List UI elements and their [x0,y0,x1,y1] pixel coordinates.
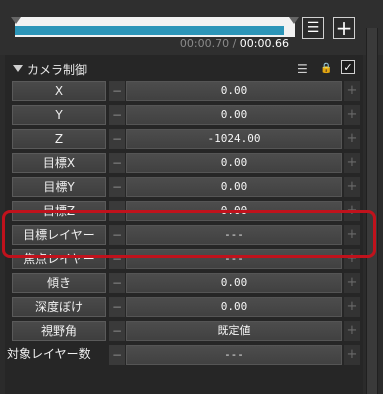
list-icon: ☰ [306,20,320,36]
property-label[interactable]: 視野角 [12,321,106,341]
start-marker-icon[interactable] [11,17,21,24]
property-label[interactable]: 目標Z [12,201,106,221]
total-time: 00:00.66 [239,37,289,50]
property-row: Y −0.00 + [5,104,363,126]
property-label[interactable]: 傾き [12,273,106,293]
minus-icon[interactable]: − [109,225,125,245]
property-label[interactable]: X [12,81,106,101]
minus-icon[interactable]: − [109,297,125,317]
timeline-progress [15,26,284,35]
time-separator: / [229,37,240,50]
property-label[interactable]: 目標レイヤー [12,225,106,245]
property-row: 目標レイヤー − --- + [5,224,363,246]
property-value-field[interactable]: --- [126,249,342,269]
property-row: 目標X −0.00 + [5,152,363,174]
list-view-button[interactable]: ☰ [302,17,324,39]
property-row: X −0.00 + [5,80,363,102]
section-title: カメラ制御 [27,63,88,77]
plus-icon[interactable]: + [344,273,360,293]
plus-icon[interactable]: + [344,297,360,317]
property-value-field[interactable]: --- [126,225,342,245]
minus-icon[interactable]: − [109,249,125,269]
property-row: 視野角 − 既定値 + [5,320,363,342]
plus-icon[interactable]: + [344,81,360,101]
plus-icon[interactable]: + [344,105,360,125]
section-header[interactable]: カメラ制御 ☰ 🔒 ✓ [5,57,363,79]
minus-icon[interactable]: − [109,201,125,221]
minus-icon[interactable]: − [109,129,125,149]
plus-icon[interactable]: + [344,201,360,221]
property-row: 深度ぼけ −0.00 + [5,296,363,318]
plus-icon[interactable]: + [344,177,360,197]
property-row: 傾き −0.00 + [5,272,363,294]
property-row: 焦点レイヤー − --- + [5,248,363,270]
minus-icon[interactable]: − [109,177,125,197]
property-value-field[interactable]: 0.00 [126,297,342,317]
current-time: 00:00.70 [179,37,230,50]
plus-icon[interactable]: + [344,249,360,269]
plus-icon[interactable]: + [344,225,360,245]
property-label[interactable]: 目標Y [12,177,106,197]
property-value-field[interactable]: 0.00 [126,153,342,173]
property-row: 対象レイヤー数 − --- + [5,344,363,366]
plus-icon[interactable]: + [344,321,360,341]
plus-icon: + [335,16,353,40]
collapse-triangle-icon[interactable] [13,65,23,72]
checkmark-icon: ✓ [343,61,353,74]
property-row: Z − -1024.00 + [5,128,363,150]
property-value-field[interactable]: 0.00 [126,177,342,197]
plus-icon[interactable]: + [344,345,360,365]
scrollbar[interactable] [366,28,378,394]
property-value-field[interactable]: 0.00 [126,105,342,125]
time-readout: 00:00.70 / 00:00.66 [180,37,289,50]
lock-icon[interactable]: 🔒 [320,63,332,74]
add-button[interactable]: + [333,16,355,40]
property-label[interactable]: 焦点レイヤー [12,249,106,269]
timeline-bar: ☰ + 00:00.70 / 00:00.66 [0,0,383,55]
minus-icon[interactable]: − [109,105,125,125]
property-label[interactable]: 目標X [12,153,106,173]
list-icon[interactable]: ☰ [297,62,308,76]
minus-icon[interactable]: − [109,153,125,173]
property-row: 目標Y −0.00 + [5,176,363,198]
properties-panel: カメラ制御 ☰ 🔒 ✓ X −0.00 + Y −0.00 + Z − -1024.00 + 目標X… [5,55,363,394]
property-value-field[interactable]: --- [126,345,342,365]
property-row: 目標Z −0.00 + [5,200,363,222]
minus-icon[interactable]: − [109,273,125,293]
plus-icon[interactable]: + [344,129,360,149]
timeline-track[interactable] [11,17,299,37]
minus-icon[interactable]: − [109,345,125,365]
enable-checkbox[interactable]: ✓ [341,60,355,74]
minus-icon[interactable]: − [109,321,125,341]
property-label[interactable]: Y [12,105,106,125]
property-value-field[interactable]: 0.00 [126,81,342,101]
property-value-field[interactable]: -1024.00 [126,129,342,149]
end-marker-icon[interactable] [289,17,299,24]
property-label[interactable]: 深度ぼけ [12,297,106,317]
property-label[interactable]: Z [12,129,106,149]
plus-icon[interactable]: + [344,153,360,173]
minus-icon[interactable]: − [109,81,125,101]
property-value-field[interactable]: 0.00 [126,201,342,221]
scrollbar-thumb[interactable] [367,28,377,394]
property-value-field[interactable]: 0.00 [126,273,342,293]
property-value-field[interactable]: 既定値 [126,321,342,341]
